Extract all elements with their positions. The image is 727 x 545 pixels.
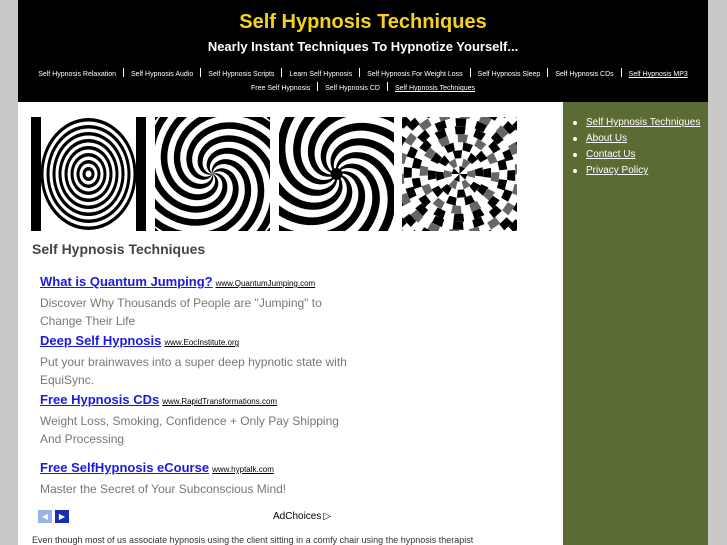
ad-domain-link[interactable]: www.RapidTransformations.com	[162, 397, 277, 406]
nav-link-self-hypnosis-audio[interactable]: Self Hypnosis Audio	[124, 70, 200, 80]
site-tagline: Nearly Instant Techniques To Hypnotize Y…	[207, 39, 519, 54]
sidebar-list: Self Hypnosis Techniques About Us Contac…	[563, 102, 708, 178]
nav-link-self-hypnosis-relaxation[interactable]: Self Hypnosis Relaxation	[31, 70, 123, 80]
ad-title-link[interactable]: What is Quantum Jumping?	[40, 274, 213, 289]
nav-link-self-hypnosis-techniques[interactable]: Self Hypnosis Techniques	[388, 84, 482, 94]
sidebar-item-privacy-policy: Privacy Policy	[563, 164, 708, 178]
sidebar-link-privacy-policy[interactable]: Privacy Policy	[586, 165, 648, 176]
ad-unit: Free Hypnosis CDs www.RapidTransformation…	[40, 392, 360, 448]
hypnotic-spiral-image-1	[31, 117, 146, 231]
ad-unit: Free SelfHypnosis eCourse www.hyptalk.com…	[40, 460, 360, 498]
sidebar-link-about-us[interactable]: About Us	[586, 133, 627, 144]
ad-domain-link[interactable]: www.hyptalk.com	[212, 465, 274, 474]
adchoices-label: AdChoices	[273, 511, 322, 522]
nav-link-self-hypnosis-cd[interactable]: Self Hypnosis CD	[318, 84, 387, 94]
sidebar-link-contact-us[interactable]: Contact Us	[586, 149, 635, 160]
ad-title-link[interactable]: Deep Self Hypnosis	[40, 333, 161, 348]
nav-link-learn-self-hypnosis[interactable]: Learn Self Hypnosis	[282, 70, 359, 80]
sidebar-item-self-hypnosis-techniques: Self Hypnosis Techniques	[563, 116, 708, 130]
ad-description: Discover Why Thousands of People are "Ju…	[40, 296, 322, 328]
adchoices-link[interactable]: AdChoices ▷	[273, 511, 331, 522]
main-content: Self Hypnosis Techniques What is Quantum…	[18, 102, 563, 545]
hypnotic-spiral-image-4	[402, 117, 517, 231]
sidebar: Self Hypnosis Techniques About Us Contac…	[563, 102, 708, 545]
nav-row-2: Free Self Hypnosis Self Hypnosis CD Self H…	[18, 82, 708, 94]
ad-title-link[interactable]: Free Hypnosis CDs	[40, 392, 159, 407]
hypnotic-spiral-image-2	[155, 117, 270, 231]
ad-unit: Deep Self Hypnosis www.EocInstitute.org P…	[40, 333, 360, 389]
ad-unit: What is Quantum Jumping? www.QuantumJumpi…	[40, 274, 360, 330]
nav-link-self-hypnosis-cds[interactable]: Self Hypnosis CDs	[548, 70, 620, 80]
ad-title-link[interactable]: Free SelfHypnosis eCourse	[40, 460, 209, 475]
sidebar-item-contact-us: Contact Us	[563, 148, 708, 162]
site-header: Self Hypnosis Techniques Nearly Instant …	[18, 0, 708, 102]
ad-domain-link[interactable]: www.QuantumJumping.com	[216, 279, 316, 288]
ad-description: Weight Loss, Smoking, Confidence + Only …	[40, 414, 339, 446]
site-title[interactable]: Self Hypnosis Techniques	[18, 10, 708, 34]
nav-link-self-hypnosis-weight-loss[interactable]: Self Hypnosis For Weight Loss	[360, 70, 470, 80]
page-title: Self Hypnosis Techniques	[32, 241, 206, 257]
adchoices-icon: ▷	[323, 511, 332, 522]
nav-link-free-self-hypnosis[interactable]: Free Self Hypnosis	[244, 84, 317, 94]
ad-domain-link[interactable]: www.EocInstitute.org	[164, 338, 239, 347]
nav-row-1: Self Hypnosis Relaxation Self Hypnosis Au…	[18, 68, 708, 80]
article-body-text: Even though most of us associate hypnosi…	[32, 535, 474, 545]
chevron-right-icon[interactable]: ▶	[55, 510, 69, 523]
sidebar-link-self-hypnosis-techniques[interactable]: Self Hypnosis Techniques	[586, 117, 700, 128]
hypnotic-spiral-image-3	[279, 117, 394, 231]
sidebar-item-about-us: About Us	[563, 132, 708, 146]
nav-link-self-hypnosis-scripts[interactable]: Self Hypnosis Scripts	[201, 70, 281, 80]
chevron-left-icon[interactable]: ◀	[38, 510, 52, 523]
nav-link-self-hypnosis-mp3[interactable]: Self Hypnosis MP3	[622, 70, 695, 80]
nav-link-self-hypnosis-sleep[interactable]: Self Hypnosis Sleep	[471, 70, 548, 80]
ad-description: Put your brainwaves into a super deep hy…	[40, 355, 347, 387]
ad-description: Master the Secret of Your Subconscious M…	[40, 482, 287, 496]
